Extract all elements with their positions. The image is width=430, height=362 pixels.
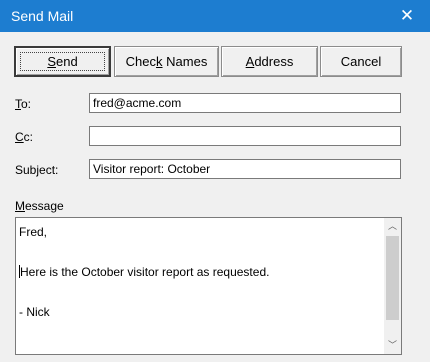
cancel-button[interactable]: Cancel [320, 46, 402, 77]
message-label: Message [15, 199, 64, 213]
message-line: Fred, [19, 225, 48, 239]
chevron-down-icon[interactable]: ﹀ [384, 337, 401, 354]
address-button-label: Address [245, 54, 294, 69]
cancel-button-label: Cancel [340, 54, 382, 69]
check-names-button[interactable]: Check Names [114, 46, 219, 77]
to-field[interactable]: fred@acme.com [89, 93, 401, 113]
to-label: To: [15, 97, 32, 111]
message-line: - Nick [19, 305, 50, 319]
scrollbar-thumb[interactable] [386, 236, 399, 320]
message-line [19, 242, 381, 262]
message-line: Here is the October visitor report as re… [19, 265, 270, 279]
focus-rectangle [20, 52, 105, 71]
subject-label: Subject: [15, 163, 59, 177]
cc-field[interactable] [89, 126, 401, 146]
title-bar: Send Mail ✕ [0, 0, 430, 32]
chevron-up-icon[interactable]: ︿ [384, 218, 401, 235]
vertical-scrollbar[interactable]: ︿ ﹀ [384, 218, 401, 354]
check-names-button-label: Check Names [125, 54, 208, 69]
close-icon[interactable]: ✕ [384, 0, 430, 32]
message-textarea[interactable]: Fred, Here is the October visitor report… [15, 217, 402, 355]
window-title: Send Mail [11, 8, 74, 24]
cc-label: Cc: [15, 130, 34, 144]
subject-field[interactable]: Visitor report: October [89, 159, 401, 179]
message-body: Fred, Here is the October visitor report… [19, 222, 381, 322]
send-mail-dialog: Send Mail ✕ Send Check Names Address Can… [0, 0, 430, 362]
address-button[interactable]: Address [221, 46, 318, 77]
message-line [19, 282, 381, 302]
send-button[interactable]: Send [14, 46, 111, 77]
